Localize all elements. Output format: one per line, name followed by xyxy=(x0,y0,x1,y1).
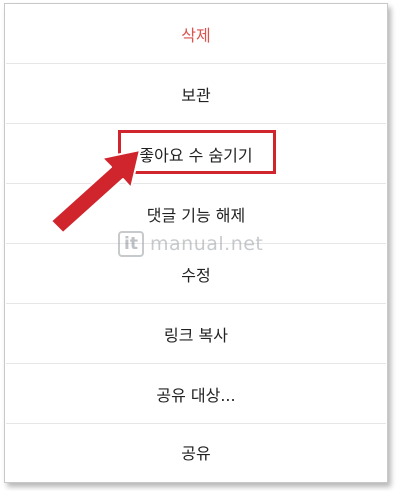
red-arrow-icon xyxy=(50,149,141,234)
